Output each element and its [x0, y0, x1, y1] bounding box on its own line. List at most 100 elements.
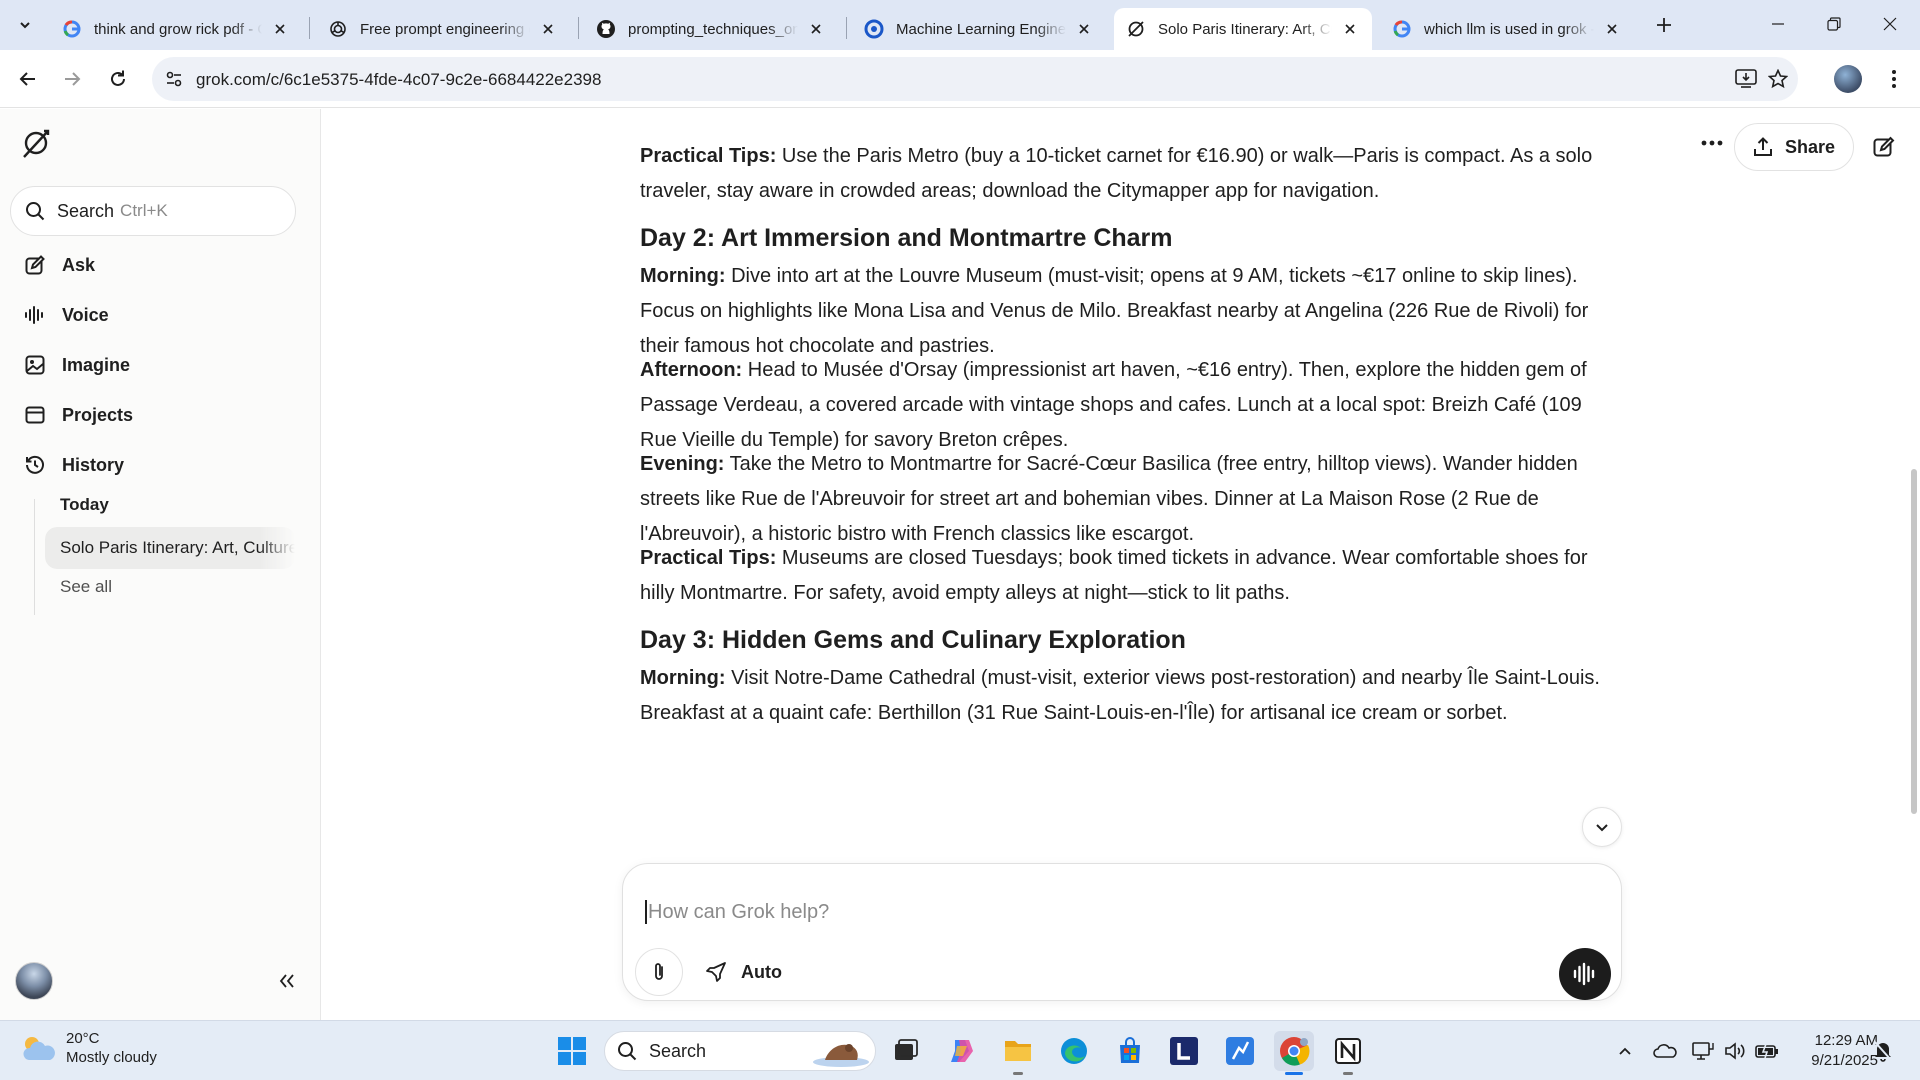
attach-button[interactable] [635, 948, 683, 996]
tab-title: prompting_techniques_on_github [628, 20, 798, 38]
folder-icon [24, 404, 46, 426]
message-composer[interactable]: How can Grok help? Auto [622, 863, 1622, 1001]
back-button[interactable] [12, 63, 44, 95]
browser-tab[interactable]: Free prompt engineering courses [316, 8, 570, 50]
browser-tab[interactable]: prompting_techniques_on_github [584, 8, 838, 50]
notion-icon[interactable] [1328, 1031, 1368, 1071]
evening-text: Take the Metro to Montmartre for Sacré-C… [640, 453, 1578, 545]
new-chat-button[interactable] [1870, 133, 1898, 161]
collapse-sidebar-button[interactable] [275, 969, 299, 993]
l-app-icon[interactable] [1164, 1031, 1204, 1071]
forward-button[interactable] [56, 63, 88, 95]
edge-icon[interactable] [1054, 1031, 1094, 1071]
notifications-bell-icon[interactable] [1870, 1039, 1896, 1063]
chevron-down-icon [20, 22, 30, 29]
browser-menu-icon[interactable] [1882, 65, 1906, 93]
sidebar-item-projects[interactable]: Projects [10, 393, 300, 437]
restore-button[interactable] [1814, 8, 1854, 40]
search-highlight-icon [811, 1036, 871, 1068]
page-scrollbar[interactable] [1908, 109, 1920, 1020]
scrollbar-thumb[interactable] [1911, 469, 1917, 814]
close-icon[interactable] [806, 19, 826, 39]
scroll-to-bottom-button[interactable] [1582, 807, 1622, 847]
rocket-icon [705, 961, 727, 983]
close-icon[interactable] [1074, 19, 1094, 39]
temperature: 20°C [66, 1030, 100, 1047]
google-icon [62, 19, 82, 39]
search-icon [25, 201, 45, 221]
file-explorer-icon[interactable] [998, 1031, 1038, 1071]
address-bar[interactable]: grok.com/c/6c1e5375-4fde-4c07-9c2e-66844… [152, 57, 1798, 101]
bookmark-star-icon[interactable] [1764, 65, 1792, 93]
main-content: Share Practical Tips: Use the Paris Metr… [322, 109, 1920, 1020]
tab-title: Free prompt engineering courses [360, 20, 530, 38]
sidebar-item-imagine[interactable]: Imagine [10, 343, 300, 387]
tab-separator [578, 17, 579, 39]
task-view-icon[interactable] [886, 1031, 926, 1071]
pen-app-icon[interactable] [1220, 1031, 1260, 1071]
close-icon[interactable] [538, 19, 558, 39]
site-info-icon[interactable] [160, 65, 188, 93]
chrome-icon[interactable] [1274, 1031, 1314, 1071]
close-icon[interactable] [270, 19, 290, 39]
close-window-button[interactable] [1870, 8, 1910, 40]
browser-profile-avatar[interactable] [1834, 65, 1862, 93]
share-icon [1753, 137, 1773, 157]
windows-start-icon[interactable] [552, 1031, 592, 1071]
more-horizontal-icon [1701, 140, 1723, 146]
taskbar-search[interactable]: Search [604, 1031, 876, 1071]
volume-icon[interactable] [1722, 1039, 1748, 1063]
network-display-icon[interactable] [1690, 1039, 1716, 1063]
sidebar-item-label: Ask [62, 254, 96, 275]
new-tab-button[interactable] [1650, 13, 1678, 37]
voice-mode-button[interactable] [1559, 948, 1611, 1000]
sidebar-item-ask[interactable]: Ask [10, 243, 300, 287]
more-options-button[interactable] [1692, 123, 1732, 163]
browser-tab-active[interactable]: Solo Paris Itinerary: Art, Culture [1114, 8, 1372, 50]
message-input[interactable]: How can Grok help? [645, 900, 829, 924]
minimize-button[interactable] [1758, 8, 1798, 40]
model-mode-selector[interactable]: Auto [705, 948, 782, 996]
system-clock[interactable]: 12:29 AM 9/21/2025 [1794, 1031, 1878, 1071]
close-icon[interactable] [1340, 19, 1360, 39]
ask-icon [24, 254, 46, 276]
weather-condition: Mostly cloudy [66, 1049, 157, 1066]
voice-wave-icon [24, 304, 46, 326]
show-hidden-icons-chevron-up-icon[interactable] [1612, 1039, 1638, 1063]
microsoft-store-icon[interactable] [1110, 1031, 1150, 1071]
morning-text: Visit Notre-Dame Cathedral (must-visit, … [640, 667, 1600, 724]
install-app-icon[interactable] [1732, 65, 1760, 93]
browser-tab[interactable]: which llm is used in grok - Google Searc… [1380, 8, 1634, 50]
taskbar-search-label: Search [649, 1040, 707, 1061]
morning-label: Morning: [640, 667, 726, 689]
sidebar-search[interactable]: Search Ctrl+K [10, 186, 296, 236]
onedrive-cloud-icon[interactable] [1652, 1039, 1678, 1063]
day2-heading: Day 2: Art Immersion and Montmartre Char… [640, 224, 1173, 252]
battery-icon[interactable] [1754, 1039, 1780, 1063]
weather-widget[interactable]: 20°C Mostly cloudy [20, 1029, 157, 1067]
share-label: Share [1784, 136, 1836, 157]
url-text[interactable]: grok.com/c/6c1e5375-4fde-4c07-9c2e-66844… [196, 70, 601, 90]
copilot-icon[interactable] [942, 1031, 982, 1071]
reload-button[interactable] [102, 63, 134, 95]
user-avatar[interactable] [15, 962, 53, 1000]
running-indicator [1013, 1072, 1023, 1075]
tab-search-button[interactable] [10, 11, 40, 39]
sidebar-item-history[interactable]: History [10, 443, 300, 487]
browser-tab-strip: think and grow rick pdf - Google Search … [0, 0, 1920, 50]
tab-title: Solo Paris Itinerary: Art, Culture [1158, 20, 1332, 38]
browser-tab[interactable]: Machine Learning Engineer [852, 8, 1106, 50]
evening-paragraph: Evening: Take the Metro to Montmartre fo… [640, 447, 1620, 552]
grok-logo-icon[interactable] [20, 127, 52, 159]
image-icon [24, 354, 46, 376]
chevron-down-icon [1596, 824, 1608, 832]
browser-tab[interactable]: think and grow rick pdf - Google Search [50, 8, 302, 50]
clock-time: 12:29 AM [1814, 1032, 1878, 1049]
history-item-active[interactable]: Solo Paris Itinerary: Art, Culture [45, 527, 295, 569]
share-button[interactable]: Share [1734, 123, 1854, 171]
openai-icon [328, 19, 348, 39]
paperclip-icon [655, 963, 663, 980]
close-icon[interactable] [1602, 19, 1622, 39]
sidebar-item-voice[interactable]: Voice [10, 293, 300, 337]
see-all-link[interactable]: See all [60, 577, 112, 597]
